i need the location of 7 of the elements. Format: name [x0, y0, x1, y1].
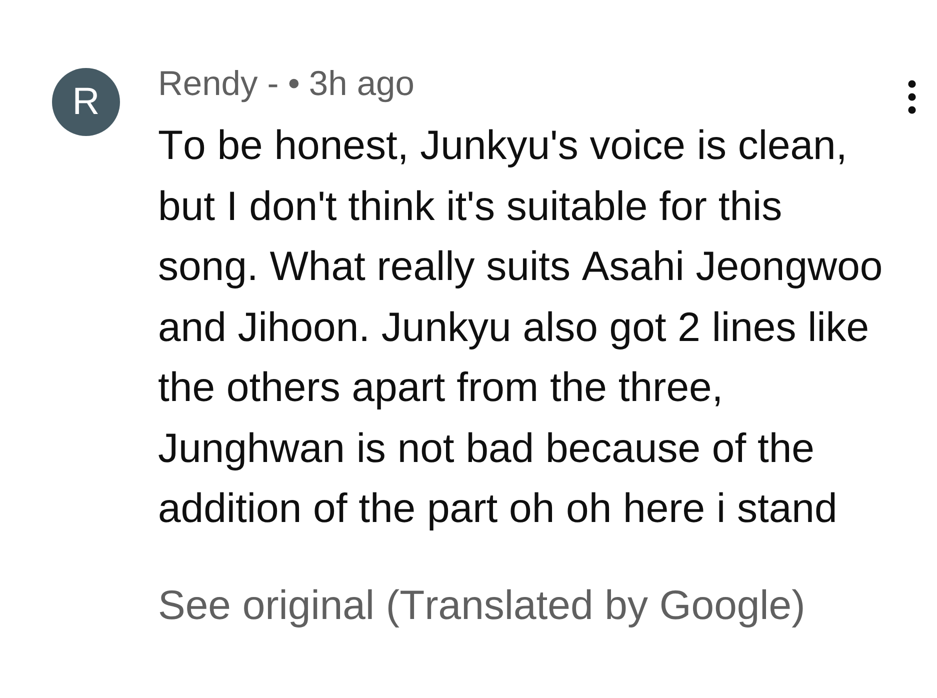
more-options-icon[interactable]	[908, 80, 916, 114]
timestamp: 3h ago	[308, 64, 414, 104]
separator-dot: •	[288, 64, 300, 104]
comment-text: To be honest, Junkyu's voice is clean, but I don't think it's suitable for this song. What really suits Asahi Jeongwoo and Jihoon. Junkyu also got 2 lines like the others apart from the three, Junghwan is not bad because of the addition of the part oh oh here i stand	[158, 121, 884, 533]
author-name: Rendy -	[158, 64, 279, 104]
see-original-link[interactable]: See original (Translated by Google)	[158, 580, 806, 628]
avatar[interactable]: R	[52, 68, 120, 136]
